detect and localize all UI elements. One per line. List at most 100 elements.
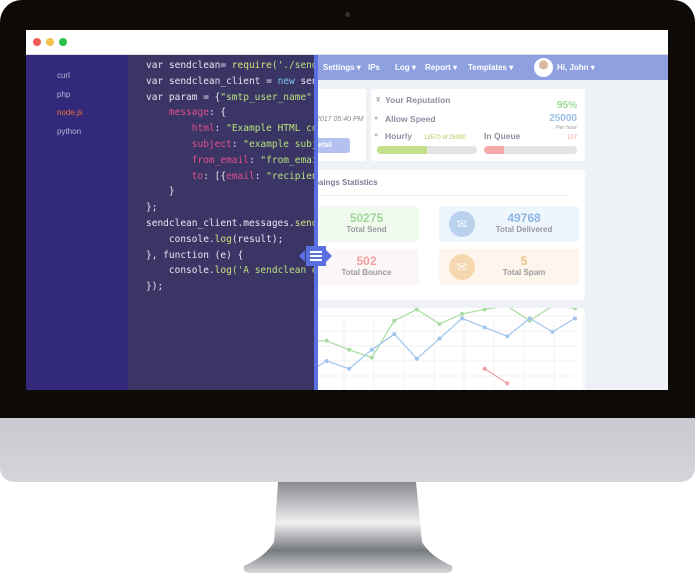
data-point[interactable] (369, 355, 374, 360)
data-point[interactable] (347, 366, 352, 371)
code-token: var sendclean= (146, 60, 232, 71)
data-point[interactable] (505, 381, 510, 386)
sidebar-item-php[interactable]: php (57, 90, 70, 99)
chart-card (314, 308, 585, 390)
code-token: }, function (e) { (146, 249, 244, 261)
speedometer-icon: ● (374, 115, 379, 122)
queue-label: In Queue (484, 131, 521, 141)
line-chart (314, 308, 585, 390)
code-token: } (146, 186, 175, 198)
code-token: "recipient (266, 170, 314, 182)
nav-item[interactable]: Report ▾ (425, 63, 457, 72)
code-token: var sendclean_client = (146, 75, 278, 87)
data-point[interactable] (527, 316, 532, 321)
nav-item[interactable]: Settings ▾ (323, 63, 361, 72)
code-token: log (214, 233, 232, 245)
code-token: html (191, 123, 215, 135)
clock-icon: ● (374, 132, 379, 139)
menu-icon (310, 251, 322, 261)
stat-label: Total Bounce (341, 268, 392, 277)
code-token: : (248, 154, 261, 166)
last-login-date: 2017 05:40 PM (316, 116, 364, 123)
data-point[interactable] (369, 347, 374, 352)
code-line: subject: "example subje (146, 139, 314, 150)
code-token: ('./sendc (271, 60, 314, 71)
code-token: to (191, 170, 204, 182)
code-line: var sendclean_client = new send (146, 76, 314, 87)
monitor-stand (243, 482, 453, 573)
window-titlebar (26, 30, 668, 55)
user-menu[interactable]: Hi, John ▾ (557, 63, 595, 72)
code-line: var sendclean= require('./sendc (146, 60, 314, 71)
code-line: }; (146, 202, 157, 213)
sidebar-item-python[interactable]: python (57, 127, 81, 136)
code-panel: var sendclean= require('./sendcvar sendc… (128, 55, 314, 390)
stat-value: 49768 (507, 211, 541, 225)
stat-value: 5 (520, 254, 528, 268)
nav-item[interactable]: Templates ▾ (468, 63, 513, 72)
code-token: : (231, 139, 244, 150)
stat-label: Total Send (346, 225, 387, 234)
data-point[interactable] (437, 336, 442, 341)
code-line: from_email: "from_email (146, 155, 314, 166)
hourly-value: 12570 of 25000 (424, 135, 466, 141)
speed-value: 25000 (549, 113, 577, 124)
data-point[interactable] (347, 347, 352, 352)
data-point[interactable] (482, 308, 487, 312)
data-point[interactable] (573, 316, 577, 321)
code-token: sendM (294, 218, 314, 229)
data-point[interactable] (437, 322, 442, 326)
data-point[interactable] (460, 311, 465, 316)
compare-slider-divider[interactable] (314, 55, 318, 390)
stat-tile: ✉ 49768 Total Delivered (439, 206, 579, 242)
user-avatar[interactable] (534, 58, 553, 77)
nav-item[interactable]: IPs (368, 63, 380, 72)
data-point[interactable] (460, 316, 465, 321)
code-token: }; (146, 202, 158, 214)
code-token: sendclean_client.messages. (146, 218, 295, 229)
code-line: message: { (146, 107, 226, 118)
sidebar-item-curl[interactable]: curl (57, 71, 70, 80)
stat-tile: 50275 Total Send (314, 206, 419, 242)
screen: curl php node.js python var sendclean= requ… (26, 30, 668, 390)
arrow-right-icon (326, 250, 332, 262)
close-button[interactable] (33, 38, 41, 46)
code-line: html: "Example HTML con (146, 123, 314, 134)
queue-value: 107 (566, 135, 577, 141)
data-point[interactable] (482, 366, 487, 371)
code-line: } (146, 186, 175, 197)
code-token: message (168, 107, 209, 119)
divider (314, 195, 572, 196)
sidebar-item-node-js[interactable]: node.js (57, 108, 83, 117)
data-point[interactable] (550, 329, 555, 334)
camera-icon (345, 12, 350, 17)
hourly-label: Hourly (385, 131, 412, 141)
data-point[interactable] (414, 356, 419, 361)
code-token: "example subje (243, 139, 314, 150)
data-point[interactable] (482, 325, 487, 330)
code-token: (result); (231, 233, 284, 245)
data-point[interactable] (392, 332, 397, 337)
code-line: }); (146, 281, 163, 292)
detail-button[interactable]: etail (314, 138, 350, 153)
nav-item[interactable]: Log ▾ (395, 63, 416, 72)
data-point[interactable] (324, 338, 329, 343)
code-token: "smtp_user_name" (220, 91, 312, 103)
data-point[interactable] (505, 334, 510, 339)
speed-unit: Per hour (555, 125, 577, 131)
code-line: }, function (e) { (146, 250, 243, 261)
data-point[interactable] (573, 308, 577, 311)
hourly-progress (377, 146, 477, 154)
code-token: require (231, 60, 272, 71)
reputation-value: 95% (556, 100, 577, 111)
data-point[interactable] (392, 318, 397, 323)
compare-slider-handle[interactable] (306, 246, 326, 266)
maximize-button[interactable] (59, 38, 67, 46)
stat-value: 50275 (349, 211, 384, 225)
code-token: : (254, 170, 267, 182)
minimize-button[interactable] (46, 38, 54, 46)
data-point[interactable] (324, 358, 329, 363)
dashboard-panel: Settings ▾ IPs Log ▾ Report ▾ Templates ▾ Hi,… (314, 55, 668, 390)
code-line: var param = {"smtp_user_name": (146, 92, 314, 103)
